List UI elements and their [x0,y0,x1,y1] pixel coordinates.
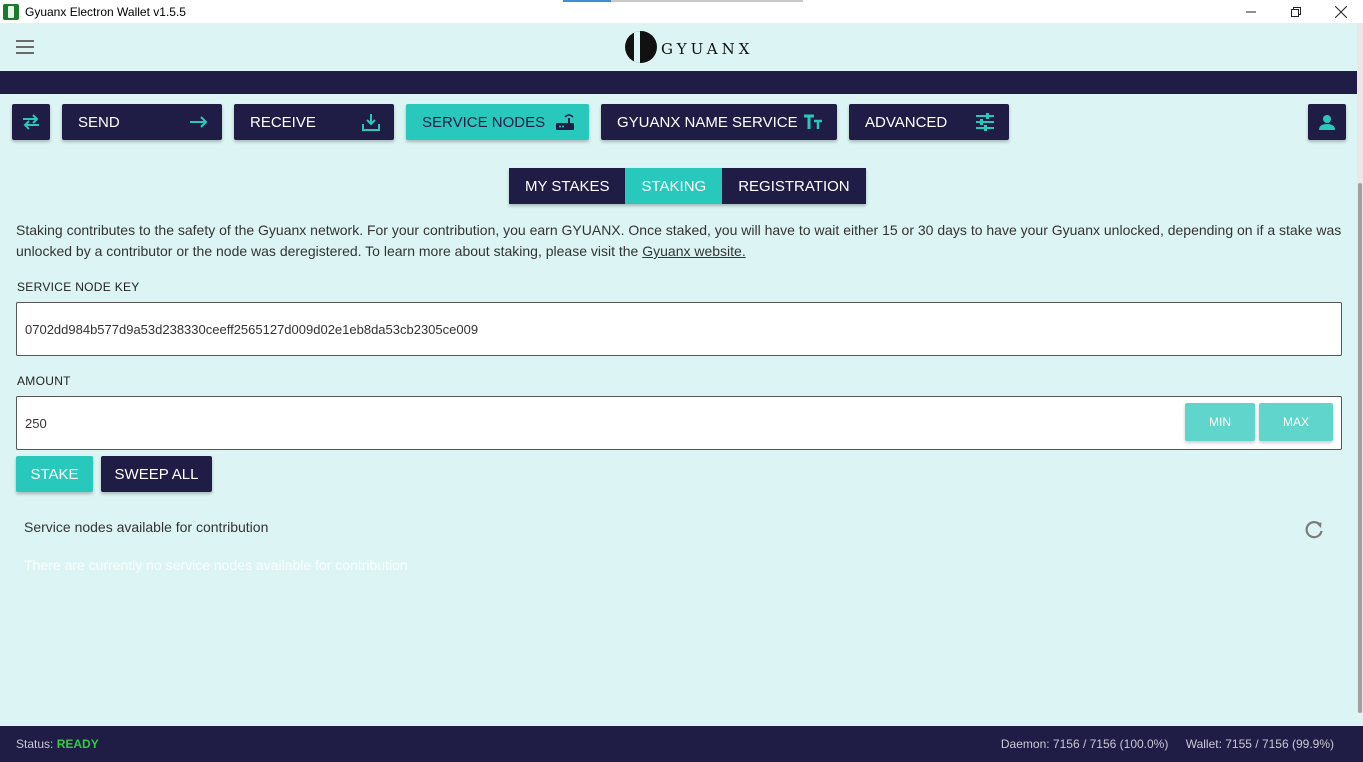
gyuanx-logo: GYUANX [625,31,753,63]
restore-button[interactable] [1273,0,1318,23]
nav-send[interactable]: SEND [62,104,222,140]
wallet-status: Wallet: 7155 / 7156 (99.9%) [1185,737,1334,751]
nav-receive[interactable]: RECEIVE [234,104,394,140]
service-node-key-label: SERVICE NODE KEY [17,280,140,294]
staking-description: Staking contributes to the safety of the… [16,220,1346,262]
nav-service-nodes-label: SERVICE NODES [422,113,546,131]
service-node-key-input[interactable] [17,303,1341,355]
person-icon [1319,114,1335,130]
amount-label: AMOUNT [17,374,71,388]
stake-button[interactable]: STAKE [16,456,93,492]
nav-name-service-label: GYUANX NAME SERVICE [617,113,798,131]
refresh-icon[interactable] [1303,519,1325,541]
gyuanx-website-link[interactable]: Gyuanx website. [642,243,746,259]
scrollbar-thumb[interactable] [1358,183,1362,713]
contribution-section-title: Service nodes available for contribution [24,519,269,535]
title-highlight-secondary [611,0,803,2]
text-size-icon [803,114,823,130]
scrollbar[interactable] [1357,23,1363,713]
restore-icon [1290,6,1301,17]
nav-send-label: SEND [78,113,120,131]
min-button[interactable]: MIN [1185,403,1255,441]
window-controls [1228,0,1363,23]
status-indicator: Status: READY [16,737,99,751]
tab-staking[interactable]: STAKING [625,168,723,204]
window-title: Gyuanx Electron Wallet v1.5.5 [25,4,186,19]
swap-icon [21,114,41,130]
nav-advanced-label: ADVANCED [865,113,948,131]
close-icon [1334,5,1347,18]
swap-button[interactable] [12,104,50,140]
empty-contribution-message: There are currently no service nodes ava… [24,557,408,573]
tab-my-stakes[interactable]: MY STAKES [509,168,626,204]
nav-service-nodes[interactable]: SERVICE NODES [406,104,589,140]
router-icon [555,113,575,131]
max-button[interactable]: MAX [1259,403,1333,441]
title-bar: Gyuanx Electron Wallet v1.5.5 [0,0,1363,23]
title-highlight [563,0,611,2]
minimize-icon [1245,11,1256,12]
daemon-status: Daemon: 7156 / 7156 (100.0%) [1000,737,1169,751]
tab-registration[interactable]: REGISTRATION [722,168,866,204]
menu-icon[interactable] [16,40,34,54]
sync-status: Daemon: 7156 / 7156 (100.0%) Wallet: 715… [987,737,1334,751]
main-nav: SEND RECEIVE SERVICE NODES GYUANX NAME S… [0,104,1357,140]
status-value: READY [56,737,99,751]
nav-band [0,71,1357,94]
logo-mark-icon [625,31,657,63]
status-bar: Status: READY Daemon: 7156 / 7156 (100.0… [0,726,1363,762]
status-label: Status: [16,737,54,751]
sliders-icon [975,113,995,131]
service-node-key-field[interactable] [16,302,1342,356]
app-icon [3,3,19,20]
amount-field[interactable]: ▲ ▼ MIN MAX [16,396,1342,450]
amount-input[interactable] [17,397,1167,449]
logo-text: GYUANX [661,40,754,58]
sweep-all-button[interactable]: SWEEP ALL [101,456,212,492]
app-header: GYUANX [0,23,1357,71]
arrow-right-icon [190,116,208,128]
close-button[interactable] [1318,0,1363,23]
download-icon [362,113,380,131]
nav-advanced[interactable]: ADVANCED [849,104,1009,140]
account-button[interactable] [1308,104,1346,140]
minimize-button[interactable] [1228,0,1273,23]
staking-subtabs: MY STAKES STAKING REGISTRATION [509,168,866,204]
nav-name-service[interactable]: GYUANX NAME SERVICE [601,104,837,140]
nav-receive-label: RECEIVE [250,113,316,131]
